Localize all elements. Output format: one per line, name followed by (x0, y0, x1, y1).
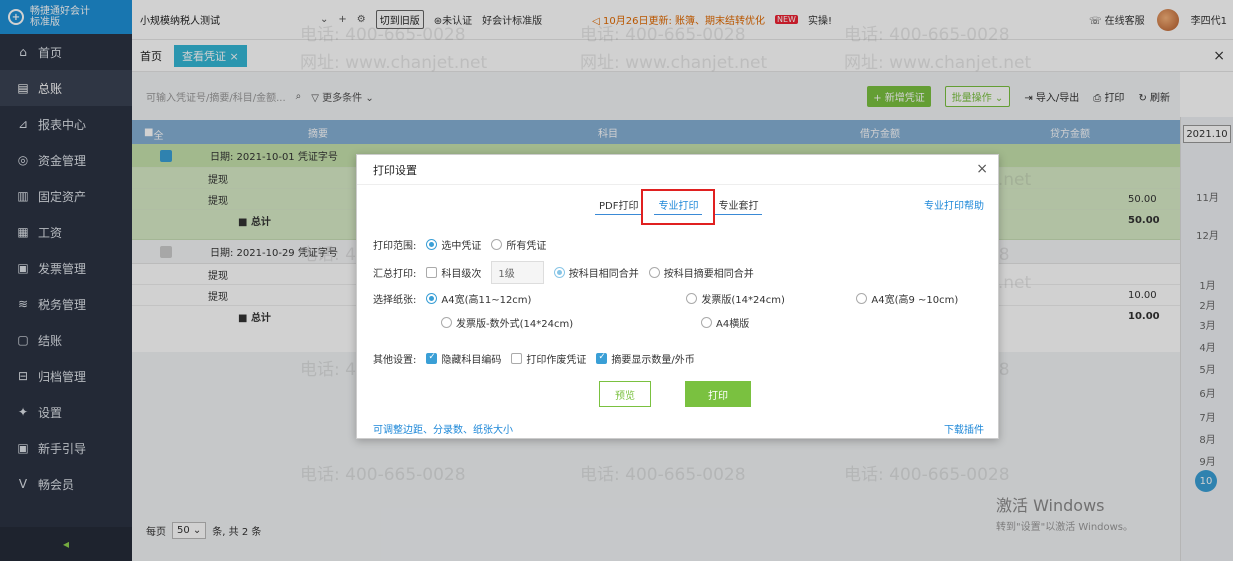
paper-invoice-radio[interactable]: 发票版(14*24cm) (686, 291, 846, 306)
highlight-box (641, 189, 715, 225)
print-void-label: 打印作废凭证 (526, 355, 587, 366)
close-icon[interactable]: × (976, 161, 988, 177)
download-plugin-link[interactable]: 下载插件 (944, 421, 984, 436)
radio-icon (648, 267, 660, 278)
hide-code-checkbox[interactable]: 隐藏科目编码 (426, 351, 501, 366)
paper-invoice-out-radio[interactable]: 发票版-数外式(14*24cm) (441, 315, 691, 330)
radio-icon (686, 293, 698, 304)
professional-print-help-link[interactable]: 专业打印帮助 (924, 197, 984, 212)
dialog-buttons: 预览 打印 (599, 381, 751, 407)
merge-subject-radio[interactable]: 按科目相同合并 (553, 265, 639, 280)
other-settings-label: 其他设置: (373, 355, 417, 366)
radio-icon (441, 317, 452, 328)
preview-button[interactable]: 预览 (599, 381, 651, 407)
paper-invoice-out-label: 发票版-数外式(14*24cm) (456, 319, 574, 330)
range-all-label: 所有凭证 (506, 241, 547, 252)
subject-level-label: 科目级次 (441, 269, 482, 280)
merge-summary-label: 按科目摘要相同合并 (663, 269, 754, 280)
subject-level-select[interactable]: 1级 (491, 261, 544, 284)
checkbox-icon (426, 352, 438, 364)
tab-pdf-print[interactable]: PDF打印 (595, 195, 643, 215)
checkbox-icon (426, 267, 438, 278)
merge-summary-radio[interactable]: 按科目摘要相同合并 (648, 265, 754, 280)
paper-invoice-label: 发票版(14*24cm) (701, 295, 785, 306)
summary-print-label: 汇总打印: (373, 269, 417, 280)
paper-a4-small-label: A4宽(高9 ~10cm) (871, 295, 959, 306)
summary-print-row: 汇总打印: 科目级次 1级 按科目相同合并 按科目摘要相同合并 (373, 261, 754, 284)
other-settings-row: 其他设置: 隐藏科目编码 打印作废凭证 摘要显示数量/外币 (373, 351, 695, 366)
show-qty-checkbox[interactable]: 摘要显示数量/外币 (596, 351, 695, 366)
paper-row: 选择纸张: A4宽(高11~12cm) 发票版(14*24cm) A4宽(高9 … (373, 291, 983, 306)
range-selected-radio[interactable]: 选中凭证 (426, 237, 481, 252)
paper-a4-landscape-radio[interactable]: A4横版 (701, 315, 749, 330)
dialog-title: 打印设置 (357, 155, 998, 185)
checkbox-icon (511, 353, 523, 364)
show-qty-label: 摘要显示数量/外币 (611, 355, 695, 366)
tab-template-print[interactable]: 专业套打 (714, 195, 763, 215)
radio-icon (701, 317, 712, 328)
range-all-radio[interactable]: 所有凭证 (491, 237, 546, 252)
radio-icon (426, 239, 438, 250)
paper-a4-landscape-label: A4横版 (716, 319, 750, 330)
adjust-margins-link[interactable]: 可调整边距、分录数、纸张大小 (373, 421, 513, 436)
merge-subject-label: 按科目相同合并 (568, 269, 639, 280)
print-confirm-button[interactable]: 打印 (685, 381, 751, 407)
paper-a4-radio[interactable]: A4宽(高11~12cm) (426, 291, 676, 306)
hide-code-label: 隐藏科目编码 (441, 355, 502, 366)
range-selected-label: 选中凭证 (441, 241, 482, 252)
radio-icon (491, 239, 503, 250)
print-range-label: 打印范围: (373, 241, 417, 252)
radio-icon (856, 293, 868, 304)
radio-icon (553, 267, 565, 278)
paper-row-2: 发票版-数外式(14*24cm) A4横版 (441, 315, 749, 330)
subject-level-checkbox[interactable]: 科目级次 (426, 265, 481, 280)
checkbox-icon (596, 352, 608, 364)
paper-label: 选择纸张: (373, 295, 417, 306)
paper-a4-small-radio[interactable]: A4宽(高9 ~10cm) (856, 291, 958, 306)
print-settings-dialog: 打印设置 × PDF打印 专业打印 专业套打 专业打印帮助 打印范围: 选中凭证… (356, 154, 999, 439)
print-void-checkbox[interactable]: 打印作废凭证 (511, 351, 586, 366)
radio-icon (426, 293, 438, 304)
print-range-row: 打印范围: 选中凭证 所有凭证 (373, 237, 546, 252)
paper-a4-label: A4宽(高11~12cm) (441, 295, 532, 306)
